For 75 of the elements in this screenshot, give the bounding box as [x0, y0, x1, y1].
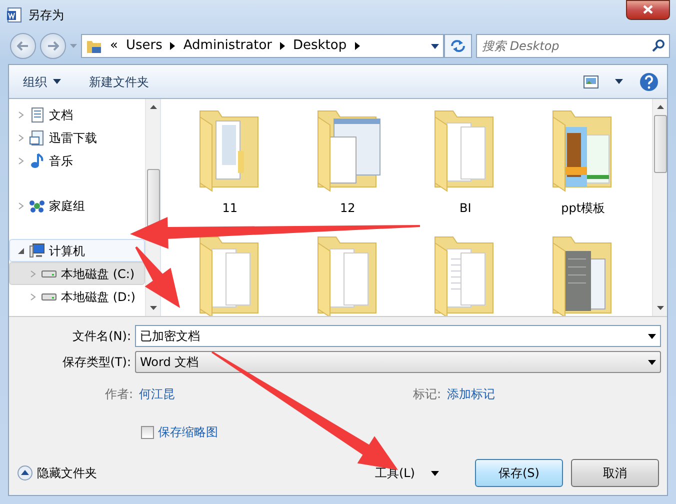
new-folder-button[interactable]: 新建文件夹	[83, 70, 155, 92]
collapse-icon	[17, 465, 33, 481]
breadcrumb[interactable]: Desktop	[293, 36, 347, 56]
view-icon[interactable]	[583, 74, 599, 88]
down-arrow-icon	[150, 306, 156, 310]
chevron-icon[interactable]	[354, 42, 360, 50]
close-icon	[643, 4, 653, 14]
breadcrumb[interactable]: Administrator	[183, 36, 272, 56]
right-arrow-icon	[47, 41, 59, 51]
caret-icon	[431, 470, 439, 476]
folder-item[interactable]: BI	[406, 107, 524, 227]
organize-menu[interactable]: 组织	[17, 70, 67, 92]
scrollbar-thumb[interactable]	[654, 115, 666, 173]
network-icon	[29, 198, 45, 214]
nav-item[interactable]: 计算机	[9, 239, 145, 262]
folder-item[interactable]: 11	[171, 107, 289, 227]
close-button[interactable]	[626, 0, 670, 20]
nav-item[interactable]: 迅雷下载	[9, 126, 145, 149]
refresh-button[interactable]	[444, 34, 472, 58]
caret-icon	[53, 79, 61, 84]
left-arrow-icon	[17, 41, 29, 51]
expand-icon[interactable]	[18, 134, 25, 142]
expand-icon[interactable]	[18, 110, 25, 118]
caret-icon[interactable]	[615, 79, 623, 84]
search-icon	[652, 39, 665, 52]
nav-item[interactable]: 本地磁盘 (D:)	[9, 285, 145, 308]
address-bar[interactable]: « Users Administrator Desktop	[81, 34, 444, 58]
document-icon	[29, 106, 45, 122]
scrollbar-thumb[interactable]	[146, 169, 160, 227]
up-arrow-icon	[150, 105, 156, 109]
music-note-icon	[29, 152, 45, 168]
down-arrow-icon	[656, 306, 664, 310]
hide-folders-button[interactable]: 隐藏文件夹	[17, 464, 97, 482]
folder-item[interactable]: ppt模板	[524, 107, 642, 227]
back-button[interactable]	[10, 33, 36, 59]
up-arrow-icon	[656, 105, 664, 109]
checkbox[interactable]	[141, 426, 154, 438]
dropdown-icon	[648, 334, 656, 338]
chevron-icon[interactable]	[170, 42, 176, 50]
nav-item[interactable]: 本地磁盘 (C:)	[9, 262, 145, 285]
help-icon[interactable]	[639, 72, 659, 92]
expand-icon[interactable]	[18, 156, 25, 164]
cancel-button[interactable]: 取消	[571, 459, 659, 487]
field-label: 保存类型(T):	[61, 354, 131, 371]
author-value[interactable]: 何江昆	[139, 385, 176, 403]
author-label: 作者:	[105, 386, 134, 403]
checkbox-label[interactable]: 保存缩略图	[158, 423, 218, 441]
add-tags-link[interactable]: 添加标记	[447, 385, 496, 403]
expand-icon[interactable]	[30, 292, 37, 300]
file-type-dropdown[interactable]: Word 文档	[135, 351, 661, 373]
search-field[interactable]: 搜索 Desktop	[476, 34, 670, 58]
breadcrumb[interactable]: Users	[126, 36, 162, 56]
nav-item[interactable]: 文档	[9, 103, 145, 126]
window-title: 另存为	[28, 7, 64, 24]
breadcrumb-overflow[interactable]: «	[110, 36, 118, 56]
scrollbar[interactable]	[652, 99, 667, 316]
expand-icon[interactable]	[18, 202, 25, 210]
tags-label: 标记:	[413, 386, 442, 403]
forward-button[interactable]	[40, 33, 66, 59]
download-folder-icon	[29, 130, 45, 146]
filename-field[interactable]: 已加密文档	[135, 325, 661, 347]
nav-item[interactable]: 音乐	[9, 149, 145, 172]
folder-item[interactable]: 12	[288, 107, 406, 227]
collapse-icon[interactable]	[18, 246, 25, 254]
folder-icon	[86, 38, 102, 54]
computer-icon	[29, 242, 45, 258]
expand-icon[interactable]	[30, 270, 37, 278]
document-icon	[6, 7, 22, 23]
chevron-icon[interactable]	[280, 42, 285, 50]
field-label: 文件名(N):	[72, 328, 131, 345]
nav-item[interactable]: 家庭组	[9, 194, 145, 217]
save-button[interactable]: 保存(S)	[475, 459, 563, 487]
refresh-icon	[450, 39, 466, 53]
dropdown-icon	[648, 360, 656, 364]
dropdown-icon[interactable]	[431, 44, 439, 48]
